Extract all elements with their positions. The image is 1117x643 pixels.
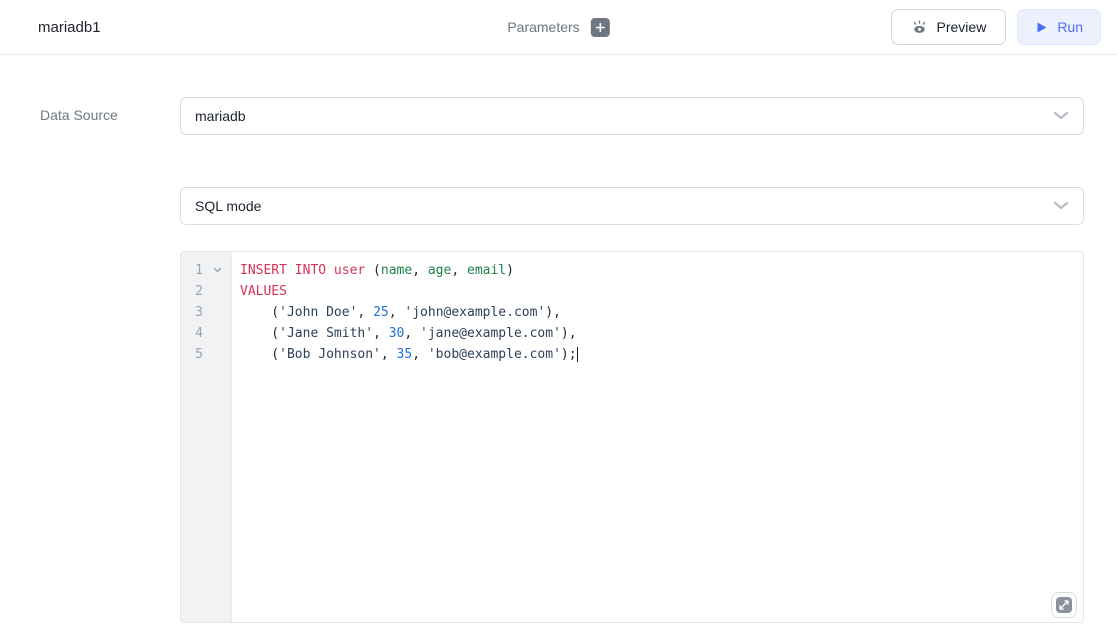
- add-parameter-button[interactable]: [591, 18, 610, 37]
- line-number: 2: [181, 281, 231, 302]
- code-token: ,: [389, 305, 405, 320]
- chevron-down-icon[interactable]: [213, 267, 222, 274]
- query-title: mariadb1: [38, 19, 101, 36]
- data-source-label: Data Source: [0, 97, 180, 623]
- code-line: ('John Doe', 25, 'john@example.com'),: [240, 302, 1083, 323]
- code-token: ,: [412, 347, 428, 362]
- code-token: email: [467, 263, 506, 278]
- header-actions: Preview Run: [891, 9, 1101, 45]
- code-line: ('Jane Smith', 30, 'jane@example.com'),: [240, 323, 1083, 344]
- query-header: mariadb1 Parameters Preview Run: [0, 0, 1117, 55]
- run-button[interactable]: Run: [1017, 9, 1101, 45]
- preview-button[interactable]: Preview: [891, 9, 1007, 45]
- query-editor-body: Data Source mariadb SQL mode 12345 INSER…: [0, 55, 1117, 623]
- run-label: Run: [1057, 19, 1083, 35]
- code-token: INSERT INTO user: [240, 263, 365, 278]
- chevron-down-icon: [1053, 111, 1069, 121]
- line-number: 3: [181, 302, 231, 323]
- code-token: ,: [412, 263, 428, 278]
- code-token: ,: [381, 347, 397, 362]
- query-mode-value: SQL mode: [195, 198, 261, 214]
- parameters-label: Parameters: [507, 19, 579, 35]
- data-source-value: mariadb: [195, 108, 246, 124]
- code-token: 30: [389, 326, 405, 341]
- preview-label: Preview: [937, 19, 987, 35]
- expand-editor-button[interactable]: [1051, 592, 1077, 618]
- code-token: );: [561, 347, 577, 362]
- line-number: 4: [181, 323, 231, 344]
- code-token: (: [365, 263, 381, 278]
- code-token: (: [240, 326, 279, 341]
- plus-icon: [596, 23, 605, 32]
- play-icon: [1035, 21, 1048, 34]
- code-token: ),: [545, 305, 561, 320]
- code-token: name: [381, 263, 412, 278]
- code-token: 'bob@example.com': [428, 347, 561, 362]
- sql-code-editor[interactable]: 12345 INSERT INTO user (name, age, email…: [180, 251, 1084, 623]
- code-token: (: [240, 347, 279, 362]
- editor-gutter: 12345: [181, 252, 232, 622]
- code-token: ),: [561, 326, 577, 341]
- query-mode-select[interactable]: SQL mode: [180, 187, 1084, 225]
- parameters-section: Parameters: [507, 18, 609, 37]
- text-caret: [577, 347, 578, 362]
- code-token: VALUES: [240, 284, 287, 299]
- code-line: ('Bob Johnson', 35, 'bob@example.com');: [240, 344, 1083, 365]
- code-token: 35: [397, 347, 413, 362]
- code-token: ,: [357, 305, 373, 320]
- eye-icon: [911, 20, 928, 35]
- code-token: 'Bob Johnson': [279, 347, 381, 362]
- code-token: 25: [373, 305, 389, 320]
- expand-icon: [1056, 597, 1072, 613]
- editor-code[interactable]: INSERT INTO user (name, age, email)VALUE…: [232, 252, 1083, 622]
- code-token: ,: [451, 263, 467, 278]
- code-token: 'jane@example.com': [420, 326, 561, 341]
- code-token: age: [428, 263, 451, 278]
- code-token: (: [240, 305, 279, 320]
- code-line: INSERT INTO user (name, age, email): [240, 260, 1083, 281]
- chevron-down-icon: [1053, 201, 1069, 211]
- code-token: 'Jane Smith': [279, 326, 373, 341]
- code-token: ): [506, 263, 514, 278]
- line-number: 1: [181, 260, 231, 281]
- code-token: 'john@example.com': [404, 305, 545, 320]
- data-source-select[interactable]: mariadb: [180, 97, 1084, 135]
- line-number: 5: [181, 344, 231, 365]
- code-token: 'John Doe': [279, 305, 357, 320]
- code-token: ,: [373, 326, 389, 341]
- code-token: ,: [404, 326, 420, 341]
- code-line: VALUES: [240, 281, 1083, 302]
